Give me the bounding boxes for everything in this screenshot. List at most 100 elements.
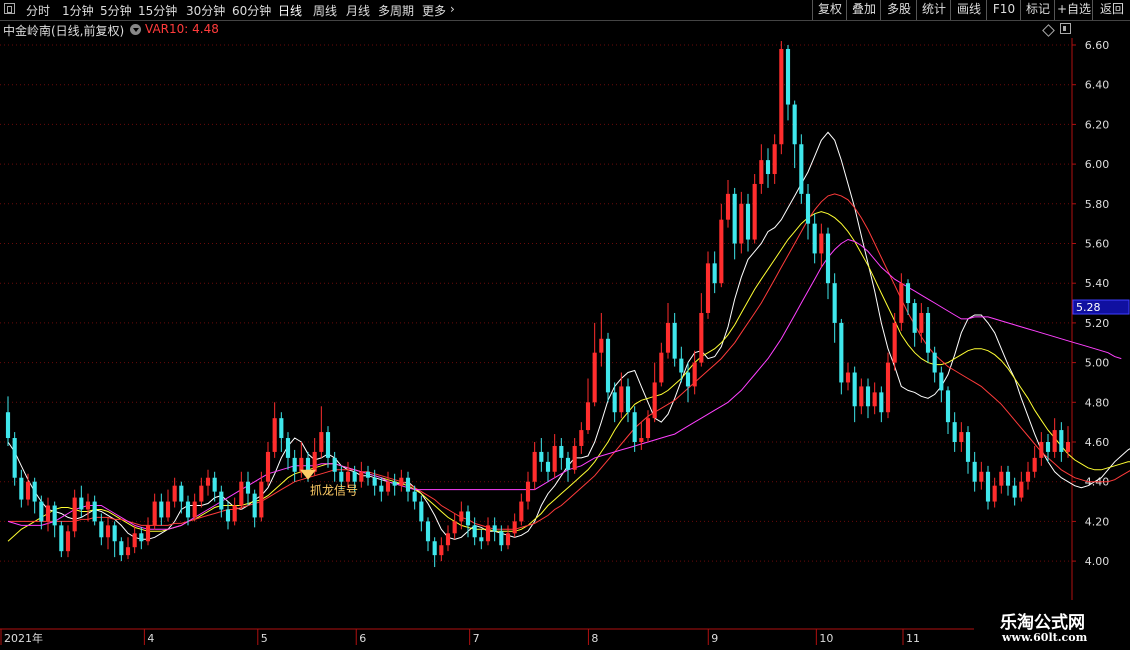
- candle: [792, 100, 797, 169]
- candle: [972, 451, 977, 492]
- candle: [912, 299, 917, 347]
- candle: [52, 501, 57, 538]
- candle: [572, 438, 577, 474]
- ma-line-2: [8, 193, 1130, 530]
- candle: [625, 378, 631, 423]
- candle: [579, 422, 584, 454]
- candle: [112, 521, 117, 558]
- candle: [719, 203, 724, 288]
- candle: [399, 469, 404, 492]
- candle: [319, 406, 324, 458]
- candle: [939, 366, 944, 403]
- price-tick-label: 5.60: [1085, 238, 1110, 251]
- candle: [852, 366, 857, 423]
- candle: [525, 471, 531, 510]
- price-axis: 6.60 6.40 6.20 6.00 5.80 5.60 5.40 5.20 5.00 4.80…: [1071, 38, 1110, 628]
- candle: [545, 451, 551, 482]
- candle: [885, 352, 891, 419]
- candle: [272, 402, 277, 458]
- candle: [265, 442, 271, 486]
- candle: [205, 469, 211, 496]
- candle: [712, 251, 717, 294]
- candle: [192, 493, 197, 522]
- candle: [1039, 432, 1044, 466]
- candlestick-chart[interactable]: 6.60 6.40 6.20 6.00 5.80 5.60 5.40 5.20 5.00 4.80…: [0, 0, 1130, 650]
- moving-average-lines: [7, 131, 1130, 542]
- candle: [925, 307, 931, 363]
- candle: [519, 493, 524, 526]
- candle: [705, 251, 711, 319]
- candle: [325, 426, 331, 468]
- candle: [659, 342, 664, 387]
- candle: [979, 461, 984, 490]
- candle: [1005, 465, 1011, 496]
- price-tick-label: 5.20: [1085, 317, 1110, 330]
- candle: [965, 426, 971, 474]
- price-tick-label: 6.00: [1085, 158, 1110, 171]
- candle: [552, 434, 557, 478]
- candle: [79, 485, 84, 518]
- candle: [985, 465, 991, 510]
- ma-line-0: [7, 131, 1130, 540]
- candle: [799, 134, 804, 204]
- candle: [425, 517, 431, 552]
- candle: [859, 378, 864, 415]
- candle: [619, 372, 624, 419]
- candle: [59, 521, 64, 558]
- candle: [512, 513, 517, 538]
- candle: [419, 495, 424, 532]
- candle: [825, 227, 831, 300]
- candle: [152, 493, 157, 530]
- date-tick-label: 5: [261, 632, 268, 645]
- candle: [25, 473, 31, 506]
- price-tick-label: 4.60: [1085, 436, 1110, 449]
- date-tick-label: 4: [147, 632, 154, 645]
- candle: [779, 41, 784, 155]
- candle: [599, 312, 604, 367]
- candle: [65, 525, 71, 558]
- candle: [832, 273, 837, 343]
- candle: [359, 461, 364, 488]
- watermark-brand: 乐淘公式网: [1000, 613, 1085, 633]
- price-tick-label: 6.60: [1085, 39, 1110, 52]
- date-tick-label: 8: [591, 632, 598, 645]
- price-tick-label: 5.80: [1085, 198, 1110, 211]
- watermark: 乐淘公式网 www.60lt.com: [974, 600, 1130, 650]
- candle: [12, 432, 17, 486]
- candle: [32, 477, 37, 514]
- candle: [445, 525, 451, 552]
- candle: [159, 493, 164, 526]
- candle: [279, 412, 284, 452]
- date-tick-label: 11: [906, 632, 920, 645]
- candle: [945, 386, 951, 435]
- price-tag-label: 5.28: [1076, 301, 1101, 314]
- candle: [139, 527, 144, 550]
- date-tick-label: 10: [819, 632, 833, 645]
- candle: [959, 422, 964, 452]
- candle: [865, 378, 871, 419]
- price-grid: [0, 44, 1072, 562]
- candle: [45, 497, 51, 532]
- candle: [99, 513, 104, 546]
- candle: [539, 438, 544, 472]
- candle: [952, 412, 957, 452]
- candle: [772, 134, 777, 184]
- candle: [239, 471, 244, 510]
- candle: [932, 346, 937, 383]
- candle: [759, 144, 764, 194]
- candle: [839, 318, 844, 395]
- candle: [1025, 461, 1031, 490]
- signal-label: 抓龙信号: [310, 484, 358, 498]
- candle: [565, 451, 571, 482]
- candle: [105, 517, 111, 550]
- candle: [1019, 471, 1024, 502]
- candle: [559, 438, 564, 470]
- candle: [199, 477, 204, 508]
- candle: [765, 148, 771, 188]
- candle: [919, 303, 924, 343]
- candle: [332, 451, 337, 482]
- candle: [652, 362, 657, 423]
- candle: [92, 495, 97, 526]
- candle: [365, 465, 371, 486]
- price-tick-label: 5.40: [1085, 277, 1110, 290]
